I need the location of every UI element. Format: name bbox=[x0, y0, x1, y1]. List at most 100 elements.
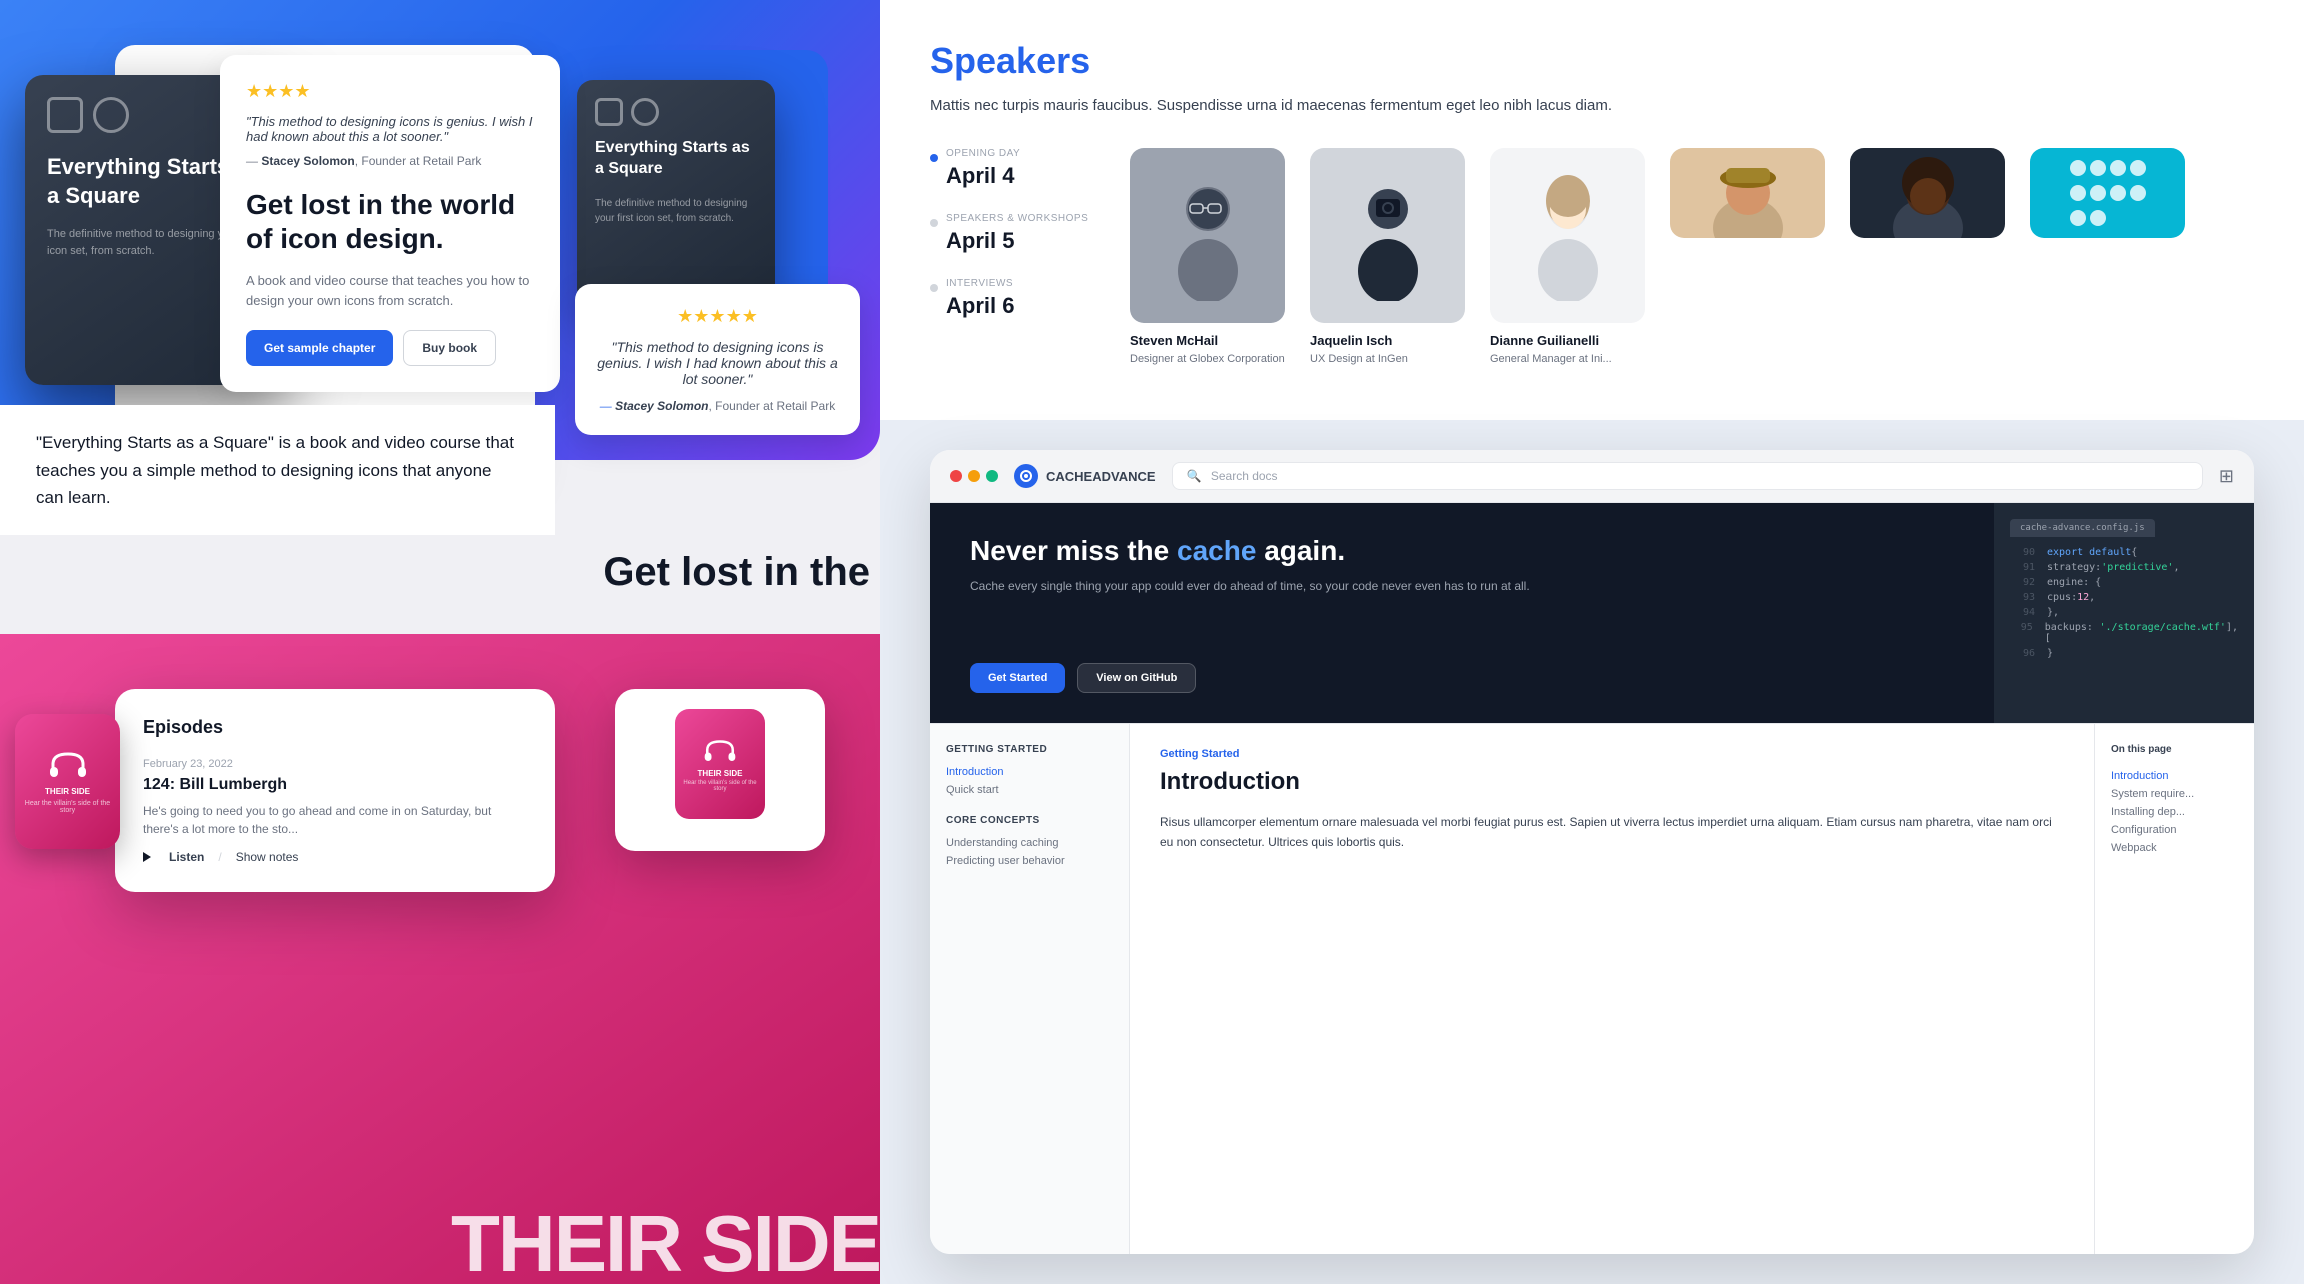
speaker-avatar-4 bbox=[1878, 148, 1978, 238]
reviewer-role: Founder at Retail Park bbox=[361, 154, 481, 168]
reviewer-text: — Stacey Solomon, Founder at Retail Park bbox=[246, 154, 534, 168]
docs-nav-getting-started: Getting started Introduction Quick start bbox=[946, 744, 1113, 799]
docs-on-page: On this page Introduction System require… bbox=[2094, 724, 2254, 1254]
docs-main: Getting Started Introduction Risus ullam… bbox=[1130, 724, 2094, 1254]
speaker-card-3 bbox=[1670, 148, 1830, 367]
on-page-item-4[interactable]: Webpack bbox=[2111, 839, 2238, 857]
bottom-section: Episodes February 23, 2022 124: Bill Lum… bbox=[0, 634, 880, 1284]
review-text: "This method to designing icons is geniu… bbox=[246, 114, 534, 144]
dot-red bbox=[950, 470, 962, 482]
cacheadvance-section: CACHEADVANCE 🔍 Search docs ⊞ Never miss … bbox=[880, 420, 2304, 1284]
speaker-card-0: Steven McHail Designer at Globex Corpora… bbox=[1130, 148, 1290, 367]
docs-nav-core: Core concepts Understanding caching Pred… bbox=[946, 815, 1113, 870]
episode-actions: Listen / Show notes bbox=[143, 850, 527, 864]
podcast-card-secondary: THEIR SIDE Hear the villain's side of th… bbox=[615, 689, 825, 851]
get-lost-partial: Get lost in the bbox=[603, 550, 870, 595]
main-desc: A book and video course that teaches you… bbox=[246, 271, 534, 310]
review-stars: ★★★★ bbox=[246, 81, 534, 102]
speakers-desc: Mattis nec turpis mauris faucibus. Suspe… bbox=[930, 94, 2254, 118]
speaker-photo-0 bbox=[1130, 148, 1285, 323]
on-page-item-2[interactable]: Installing dep... bbox=[2111, 803, 2238, 821]
speaker-card-1: Jaquelin Isch UX Design at InGen bbox=[1310, 148, 1470, 367]
speaker-photo-2 bbox=[1490, 148, 1645, 323]
headline-part1: Never miss the bbox=[970, 535, 1169, 566]
speaker-photo-1 bbox=[1310, 148, 1465, 323]
top-section: Everything Starts as a Square The defini… bbox=[0, 0, 880, 615]
speakers-grid: Steven McHail Designer at Globex Corpora… bbox=[1130, 148, 2190, 367]
docs-nav-core-title: Core concepts bbox=[946, 815, 1113, 826]
schedule: Opening Day April 4 Speakers & Workshops… bbox=[930, 148, 1090, 367]
docs-nav-gs-title: Getting started bbox=[946, 744, 1113, 755]
schedule-date-1: April 5 bbox=[946, 228, 1090, 254]
get-started-button[interactable]: Get Started bbox=[970, 663, 1065, 693]
on-page-item-3[interactable]: Configuration bbox=[2111, 821, 2238, 839]
schedule-item-2: Interviews April 6 bbox=[930, 278, 1090, 319]
search-placeholder: Search docs bbox=[1211, 469, 1278, 483]
speaker-avatar-2 bbox=[1528, 171, 1608, 301]
docs-sidebar: Getting started Introduction Quick start… bbox=[930, 724, 1130, 1254]
square-icon bbox=[47, 97, 83, 133]
podcast-logo-icon-2 bbox=[703, 737, 737, 763]
right-panel: Speakers Mattis nec turpis mauris faucib… bbox=[880, 0, 2304, 1284]
cache-hero-left: Never miss the cache again. Cache every … bbox=[930, 503, 1994, 723]
docs-page-title: Introduction bbox=[1160, 768, 2064, 796]
podcast-tagline: Hear the villain's side of the story bbox=[15, 800, 120, 814]
episode-title: 124: Bill Lumbergh bbox=[143, 776, 527, 794]
cache-btns: Get Started View on GitHub bbox=[970, 663, 1954, 693]
docs-nav-predicting[interactable]: Predicting user behavior bbox=[946, 852, 1113, 870]
browser-logo: CACHEADVANCE bbox=[1014, 464, 1156, 488]
code-line-0: 90 export default { bbox=[2010, 545, 2238, 560]
episode-desc: He's going to need you to go ahead and c… bbox=[143, 802, 527, 838]
cache-hero-desc: Cache every single thing your app could … bbox=[970, 577, 1954, 596]
docs-nav-introduction[interactable]: Introduction bbox=[946, 763, 1113, 781]
browser-menu-icon[interactable]: ⊞ bbox=[2219, 466, 2234, 487]
docs-nav-caching[interactable]: Understanding caching bbox=[946, 834, 1113, 852]
browser-search[interactable]: 🔍 Search docs bbox=[1172, 462, 2203, 490]
buy-book-button[interactable]: Buy book bbox=[403, 330, 496, 366]
podcast-logo-secondary: THEIR SIDE Hear the villain's side of th… bbox=[675, 709, 765, 819]
speakers-section: Speakers Mattis nec turpis mauris faucib… bbox=[880, 0, 2304, 420]
schedule-date-2: April 6 bbox=[946, 293, 1090, 319]
review2-stars: ★★★★★ bbox=[597, 306, 838, 327]
view-github-button[interactable]: View on GitHub bbox=[1077, 663, 1196, 693]
code-line-6: 96 } bbox=[2010, 646, 2238, 661]
getting-started-label: Getting Started bbox=[1160, 748, 2064, 760]
cache-logo-text: CACHEADVANCE bbox=[1046, 469, 1156, 484]
cache-hero: Never miss the cache again. Cache every … bbox=[930, 503, 2254, 723]
speaker-photo-5 bbox=[2030, 148, 2185, 238]
podcast-logo-icon bbox=[48, 749, 88, 779]
speaker-avatar-5 bbox=[2058, 148, 2158, 238]
cache-logo-svg bbox=[1019, 469, 1033, 483]
docs-nav-quickstart[interactable]: Quick start bbox=[946, 781, 1113, 799]
speaker-photo-4 bbox=[1850, 148, 2005, 238]
podcast-tagline-2: Hear the villain's side of the story bbox=[675, 780, 765, 792]
cache-docs: Getting started Introduction Quick start… bbox=[930, 723, 2254, 1254]
podcast-name-main: THEIR SIDE bbox=[45, 787, 90, 797]
listen-label[interactable]: Listen bbox=[169, 850, 204, 864]
show-notes-label[interactable]: Show notes bbox=[236, 850, 299, 864]
circle-icon-2 bbox=[631, 98, 659, 126]
episode-date: February 23, 2022 bbox=[143, 758, 527, 770]
speaker-name-1: Jaquelin Isch bbox=[1310, 333, 1470, 348]
cache-logo-icon bbox=[1014, 464, 1038, 488]
code-line-3: 93 cpus: 12, bbox=[2010, 590, 2238, 605]
on-page-item-1[interactable]: System require... bbox=[2111, 785, 2238, 803]
schedule-date-0: April 4 bbox=[946, 163, 1090, 189]
speaker-name-2: Dianne Guilianelli bbox=[1490, 333, 1650, 348]
cache-headline: Never miss the cache again. bbox=[970, 533, 1954, 569]
dot-green bbox=[986, 470, 998, 482]
schedule-label-0: Opening Day bbox=[946, 148, 1090, 159]
get-sample-button[interactable]: Get sample chapter bbox=[246, 330, 393, 366]
speaker-card-5 bbox=[2030, 148, 2190, 367]
code-line-5: 95 backups: ['./storage/cache.wtf'], bbox=[2010, 620, 2238, 646]
speaker-avatar-0 bbox=[1168, 171, 1248, 301]
review2-text: "This method to designing icons is geniu… bbox=[597, 339, 838, 387]
code-line-4: 94 }, bbox=[2010, 605, 2238, 620]
on-page-item-0[interactable]: Introduction bbox=[2111, 767, 2238, 785]
headline-highlight: cache bbox=[1177, 535, 1256, 566]
separator: / bbox=[218, 850, 221, 864]
square-icon-2 bbox=[595, 98, 623, 126]
book-desc-text: "Everything Starts as a Square" is a boo… bbox=[36, 429, 519, 511]
speaker-avatar-3 bbox=[1698, 148, 1798, 238]
on-page-title: On this page bbox=[2111, 744, 2238, 755]
